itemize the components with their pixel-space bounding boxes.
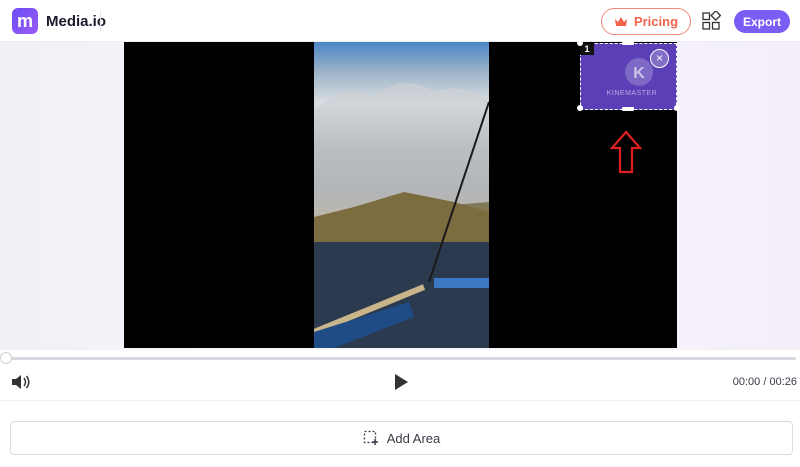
crown-icon: [614, 16, 627, 26]
resize-handle-bottom-right[interactable]: [674, 105, 680, 111]
video-scene-image: [314, 83, 489, 348]
time-readout: 00:00 / 00:26: [700, 376, 797, 388]
canvas-area: [0, 42, 800, 350]
export-button[interactable]: Export: [734, 10, 790, 33]
play-icon: [395, 374, 408, 390]
svg-text:m: m: [17, 11, 33, 31]
resize-handle-bottom-left[interactable]: [577, 105, 583, 111]
red-up-arrow-icon: [610, 130, 642, 174]
app-name[interactable]: Media.io: [46, 13, 106, 30]
play-button[interactable]: [392, 373, 410, 391]
add-selection-icon: [363, 430, 378, 445]
current-time: 00:00: [732, 376, 761, 388]
top-bar: m Media.io Pricing Export: [0, 0, 800, 42]
resize-handle-top-left[interactable]: [577, 40, 583, 46]
resize-handle-bottom[interactable]: [622, 107, 634, 111]
media-io-logo[interactable]: m: [12, 8, 38, 34]
pricing-button[interactable]: Pricing: [601, 8, 691, 35]
add-area-label: Add Area: [386, 430, 441, 446]
video-frame: [314, 42, 489, 348]
logo-mark-icon: m: [17, 11, 33, 31]
volume-icon: [12, 375, 30, 389]
timeline-track[interactable]: [8, 357, 796, 360]
time-separator: /: [763, 376, 767, 388]
remove-area-close-icon[interactable]: ×: [650, 49, 669, 68]
add-area-button[interactable]: Add Area: [10, 421, 793, 455]
timeline-scrubber[interactable]: [0, 352, 12, 364]
apps-grid-button[interactable]: [701, 9, 722, 31]
volume-button[interactable]: [10, 373, 32, 391]
pricing-label: Pricing: [633, 14, 679, 29]
duration: 00:26: [769, 376, 797, 388]
watermark-text: KINEMASTER: [606, 90, 658, 97]
resize-handle-top[interactable]: [622, 41, 634, 45]
apps-grid-icon: [702, 9, 722, 30]
controls-divider: [0, 400, 800, 401]
svg-text:K: K: [633, 65, 645, 82]
header-divider: [100, 10, 101, 32]
